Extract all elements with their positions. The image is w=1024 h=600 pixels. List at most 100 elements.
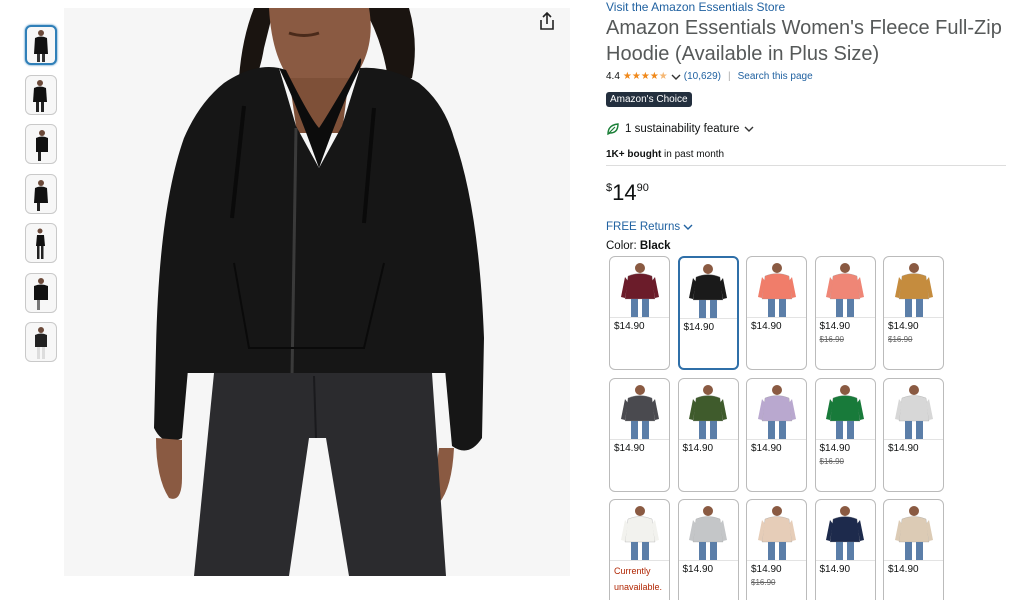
color-label: Color: Black xyxy=(606,240,671,252)
color-swatch-camel[interactable]: $14.90 $16.90 xyxy=(883,256,944,370)
chevron-down-icon xyxy=(683,224,693,230)
hoodie-icon xyxy=(689,384,727,439)
hoodie-icon xyxy=(689,264,727,318)
hoodie-thumbnail-icon xyxy=(34,30,48,62)
swatch-price: $14.90 xyxy=(888,564,919,575)
swatch-image xyxy=(679,258,737,319)
price-currency: $ xyxy=(606,182,613,194)
thumbnail-7[interactable] xyxy=(25,322,57,362)
color-swatch-oatmeal[interactable]: $14.90 xyxy=(883,499,944,600)
sustainability-feature[interactable]: 1 sustainability feature xyxy=(606,122,754,136)
chevron-down-icon[interactable] xyxy=(671,73,681,81)
price-whole: 14 xyxy=(612,180,637,205)
swatch-image xyxy=(610,379,669,440)
color-swatch-green[interactable]: $14.90 $16.90 xyxy=(814,377,876,492)
swatch-image xyxy=(815,500,875,561)
swatch-image xyxy=(884,500,943,561)
swatch-image xyxy=(678,500,738,561)
color-swatch-burgundy[interactable]: $14.90 xyxy=(609,256,670,370)
hoodie-thumbnail-icon xyxy=(36,130,48,161)
swatch-price: $14.90 xyxy=(614,442,645,454)
swatch-price: $14.90 xyxy=(751,564,782,575)
hoodie-thumbnail-icon xyxy=(33,79,47,112)
swatch-image xyxy=(678,379,738,440)
share-button[interactable] xyxy=(536,10,558,32)
swatch-image xyxy=(610,257,669,318)
star-icon: ★ xyxy=(649,70,659,82)
thumbnail-5[interactable] xyxy=(25,223,57,263)
hoodie-icon xyxy=(620,384,659,439)
hoodie-thumbnail-icon xyxy=(35,327,47,359)
swatch-price: $14.90 xyxy=(614,321,645,332)
thumbnail-1[interactable] xyxy=(25,25,57,65)
price-fraction: 90 xyxy=(636,182,649,194)
swatch-image xyxy=(815,257,875,318)
thumbnail-list xyxy=(25,25,59,372)
swatch-price: $14.90 xyxy=(751,442,782,454)
thumbnail-6[interactable] xyxy=(25,272,57,313)
section-divider xyxy=(606,165,1006,166)
hoodie-icon xyxy=(757,384,796,439)
color-swatch-coral[interactable]: $14.90 xyxy=(746,256,807,370)
swatch-price: $14.90 xyxy=(682,442,714,454)
hoodie-thumbnail-icon xyxy=(34,179,48,211)
color-swatch-charcoal[interactable]: $14.90 xyxy=(609,377,670,492)
color-swatch-navy[interactable]: $14.90 xyxy=(814,499,876,600)
hoodie-icon xyxy=(826,384,864,439)
color-swatch-light-grey[interactable]: $14.90 xyxy=(677,499,739,600)
color-swatch-leopard[interactable]: $14.90 xyxy=(883,377,944,492)
swatch-image xyxy=(747,500,806,561)
sustainability-label: 1 sustainability feature xyxy=(625,123,740,135)
amazons-choice-badge: Amazon's Choice xyxy=(606,92,692,107)
leaf-icon xyxy=(607,123,619,136)
swatch-image xyxy=(747,379,806,440)
thumbnail-4[interactable] xyxy=(25,173,57,214)
star-rating[interactable]: ★ ★ ★ ★ ★ xyxy=(622,70,668,82)
rating-count-link[interactable]: (10,629) xyxy=(684,71,721,82)
hoodie-icon xyxy=(620,506,659,560)
swatch-list-price: $16.90 xyxy=(819,456,844,466)
color-swatch-lavender[interactable]: $14.90 xyxy=(746,377,807,492)
color-label-prefix: Color: xyxy=(606,240,640,252)
color-swatch-grid: $14.90 $14.90 $14.90 $14.90 $16.90 $14.90 $16.… xyxy=(609,256,949,600)
hoodie-icon xyxy=(894,506,933,560)
share-icon xyxy=(540,12,554,30)
thumbnail-2[interactable] xyxy=(25,74,57,115)
swatch-price: $14.90 xyxy=(819,564,851,575)
search-this-page-link[interactable]: Search this page xyxy=(738,71,813,82)
star-icon: ★ xyxy=(640,70,650,82)
store-link[interactable]: Visit the Amazon Essentials Store xyxy=(606,0,785,14)
star-icon: ★ xyxy=(622,70,632,82)
swatch-image xyxy=(747,257,806,318)
swatch-price: $14.90 xyxy=(888,442,919,454)
swatch-image xyxy=(884,257,943,318)
color-swatch-black[interactable]: $14.90 xyxy=(677,256,739,370)
color-swatch-olive[interactable]: $14.90 xyxy=(677,377,739,492)
bought-rest: in past month xyxy=(661,149,725,160)
color-swatch-white[interactable]: Currently unavailable. xyxy=(609,499,670,600)
swatch-price: $14.90 xyxy=(819,321,851,332)
thumbnail-3[interactable] xyxy=(25,124,57,164)
product-title: Amazon Essentials Women's Fleece Full-Zi… xyxy=(606,17,1002,65)
hoodie-icon xyxy=(894,263,933,317)
unavailable-label: Currently unavailable. xyxy=(614,566,663,592)
swatch-list-price: $16.90 xyxy=(819,335,844,344)
color-swatch-beige[interactable]: $14.90 $16.90 xyxy=(746,499,807,600)
hoodie-thumbnail-icon xyxy=(34,277,48,310)
free-returns-link[interactable]: FREE Returns xyxy=(606,221,693,233)
rating-value: 4.4 xyxy=(606,71,620,82)
hoodie-icon xyxy=(689,506,727,560)
star-icon: ★ xyxy=(631,70,641,82)
hoodie-model-image xyxy=(64,8,570,576)
swatch-list-price: $16.90 xyxy=(888,335,913,344)
selected-color: Black xyxy=(639,240,671,252)
swatch-image xyxy=(884,379,943,440)
hoodie-icon xyxy=(757,506,796,560)
swatch-price: $14.90 xyxy=(683,322,715,333)
color-swatch-salmon[interactable]: $14.90 $16.90 xyxy=(814,256,876,370)
swatch-image xyxy=(610,500,669,561)
hoodie-thumbnail-icon xyxy=(36,228,45,259)
chevron-down-icon xyxy=(744,126,754,132)
swatch-image xyxy=(815,379,875,440)
main-product-image[interactable] xyxy=(64,8,570,576)
